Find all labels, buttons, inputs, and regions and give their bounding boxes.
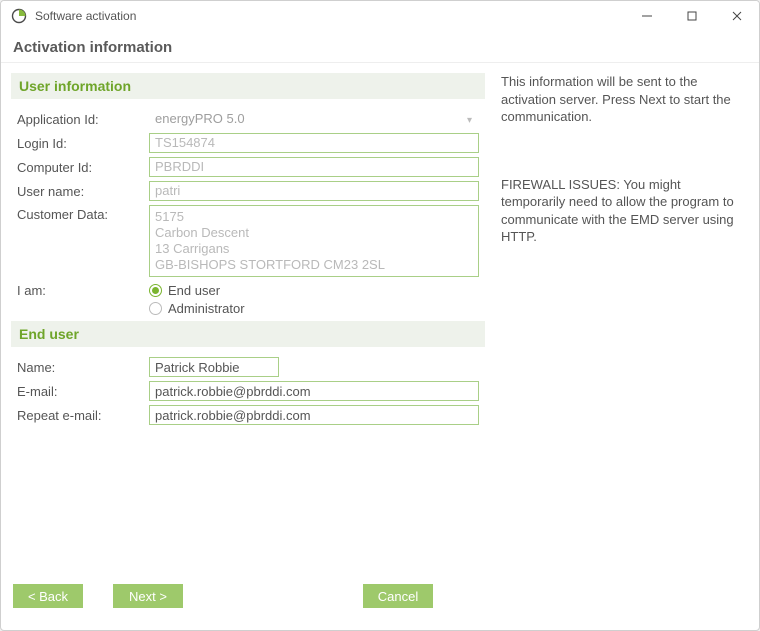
info-column: This information will be sent to the act… [491, 63, 759, 572]
radio-admin-label: Administrator [168, 301, 245, 316]
row-customer-data: Customer Data: 5175 Carbon Descent 13 Ca… [17, 205, 479, 277]
row-login-id: Login Id: TS154874 [17, 133, 479, 153]
close-button[interactable] [714, 1, 759, 31]
application-id-value: energyPRO 5.0 [155, 111, 245, 126]
login-id-field[interactable]: TS154874 [149, 133, 479, 153]
application-id-dropdown[interactable]: energyPRO 5.0 ▾ [149, 109, 479, 129]
page-title: Activation information [1, 31, 759, 62]
role-radio-group: End user Administrator [149, 281, 479, 317]
app-icon [9, 8, 29, 24]
customer-data-line: 13 Carrigans [155, 241, 473, 257]
radio-administrator[interactable]: Administrator [149, 299, 479, 317]
info-firewall-text: FIREWALL ISSUES: You might temporarily n… [501, 176, 744, 246]
computer-id-field[interactable]: PBRDDI [149, 157, 479, 177]
cancel-button[interactable]: Cancel [363, 584, 433, 608]
label-repeat-email: Repeat e-mail: [17, 408, 149, 423]
name-input[interactable] [149, 357, 279, 377]
label-customer-data: Customer Data: [17, 205, 149, 222]
label-user-name: User name: [17, 184, 149, 199]
radio-end-user[interactable]: End user [149, 281, 479, 299]
row-i-am: I am: End user Administrator [17, 281, 479, 317]
row-computer-id: Computer Id: PBRDDI [17, 157, 479, 177]
titlebar: Software activation [1, 1, 759, 31]
next-button[interactable]: Next > [113, 584, 183, 608]
window-title: Software activation [35, 9, 136, 23]
radio-dot-icon [149, 284, 162, 297]
row-application-id: Application Id: energyPRO 5.0 ▾ [17, 109, 479, 129]
section-end-user-header: End user [11, 321, 485, 347]
activation-window: Software activation Activation informati… [0, 0, 760, 631]
back-button[interactable]: < Back [13, 584, 83, 608]
user-info-rows: Application Id: energyPRO 5.0 ▾ Login Id… [11, 99, 485, 317]
minimize-button[interactable] [624, 1, 669, 31]
user-name-field[interactable]: patri [149, 181, 479, 201]
info-intro-text: This information will be sent to the act… [501, 73, 744, 126]
form-column: User information Application Id: energyP… [1, 63, 491, 572]
label-email: E-mail: [17, 384, 149, 399]
chevron-down-icon: ▾ [467, 112, 472, 129]
email-input[interactable] [149, 381, 479, 401]
row-email: E-mail: [17, 381, 479, 401]
row-user-name: User name: patri [17, 181, 479, 201]
customer-data-line: GB-BISHOPS STORTFORD CM23 2SL [155, 257, 473, 273]
repeat-email-input[interactable] [149, 405, 479, 425]
row-repeat-email: Repeat e-mail: [17, 405, 479, 425]
end-user-rows: Name: E-mail: Repeat e-mail: [11, 347, 485, 425]
customer-data-line: 5175 [155, 209, 473, 225]
label-name: Name: [17, 360, 149, 375]
customer-data-line: Carbon Descent [155, 225, 473, 241]
label-login-id: Login Id: [17, 136, 149, 151]
customer-data-field[interactable]: 5175 Carbon Descent 13 Carrigans GB-BISH… [149, 205, 479, 277]
wizard-button-bar: < Back Next > Cancel [1, 572, 759, 630]
row-name: Name: [17, 357, 479, 377]
radio-end-user-label: End user [168, 283, 220, 298]
label-computer-id: Computer Id: [17, 160, 149, 175]
body: User information Application Id: energyP… [1, 63, 759, 572]
maximize-button[interactable] [669, 1, 714, 31]
section-user-info-header: User information [11, 73, 485, 99]
label-application-id: Application Id: [17, 112, 149, 127]
label-i-am: I am: [17, 281, 149, 298]
radio-circle-icon [149, 302, 162, 315]
